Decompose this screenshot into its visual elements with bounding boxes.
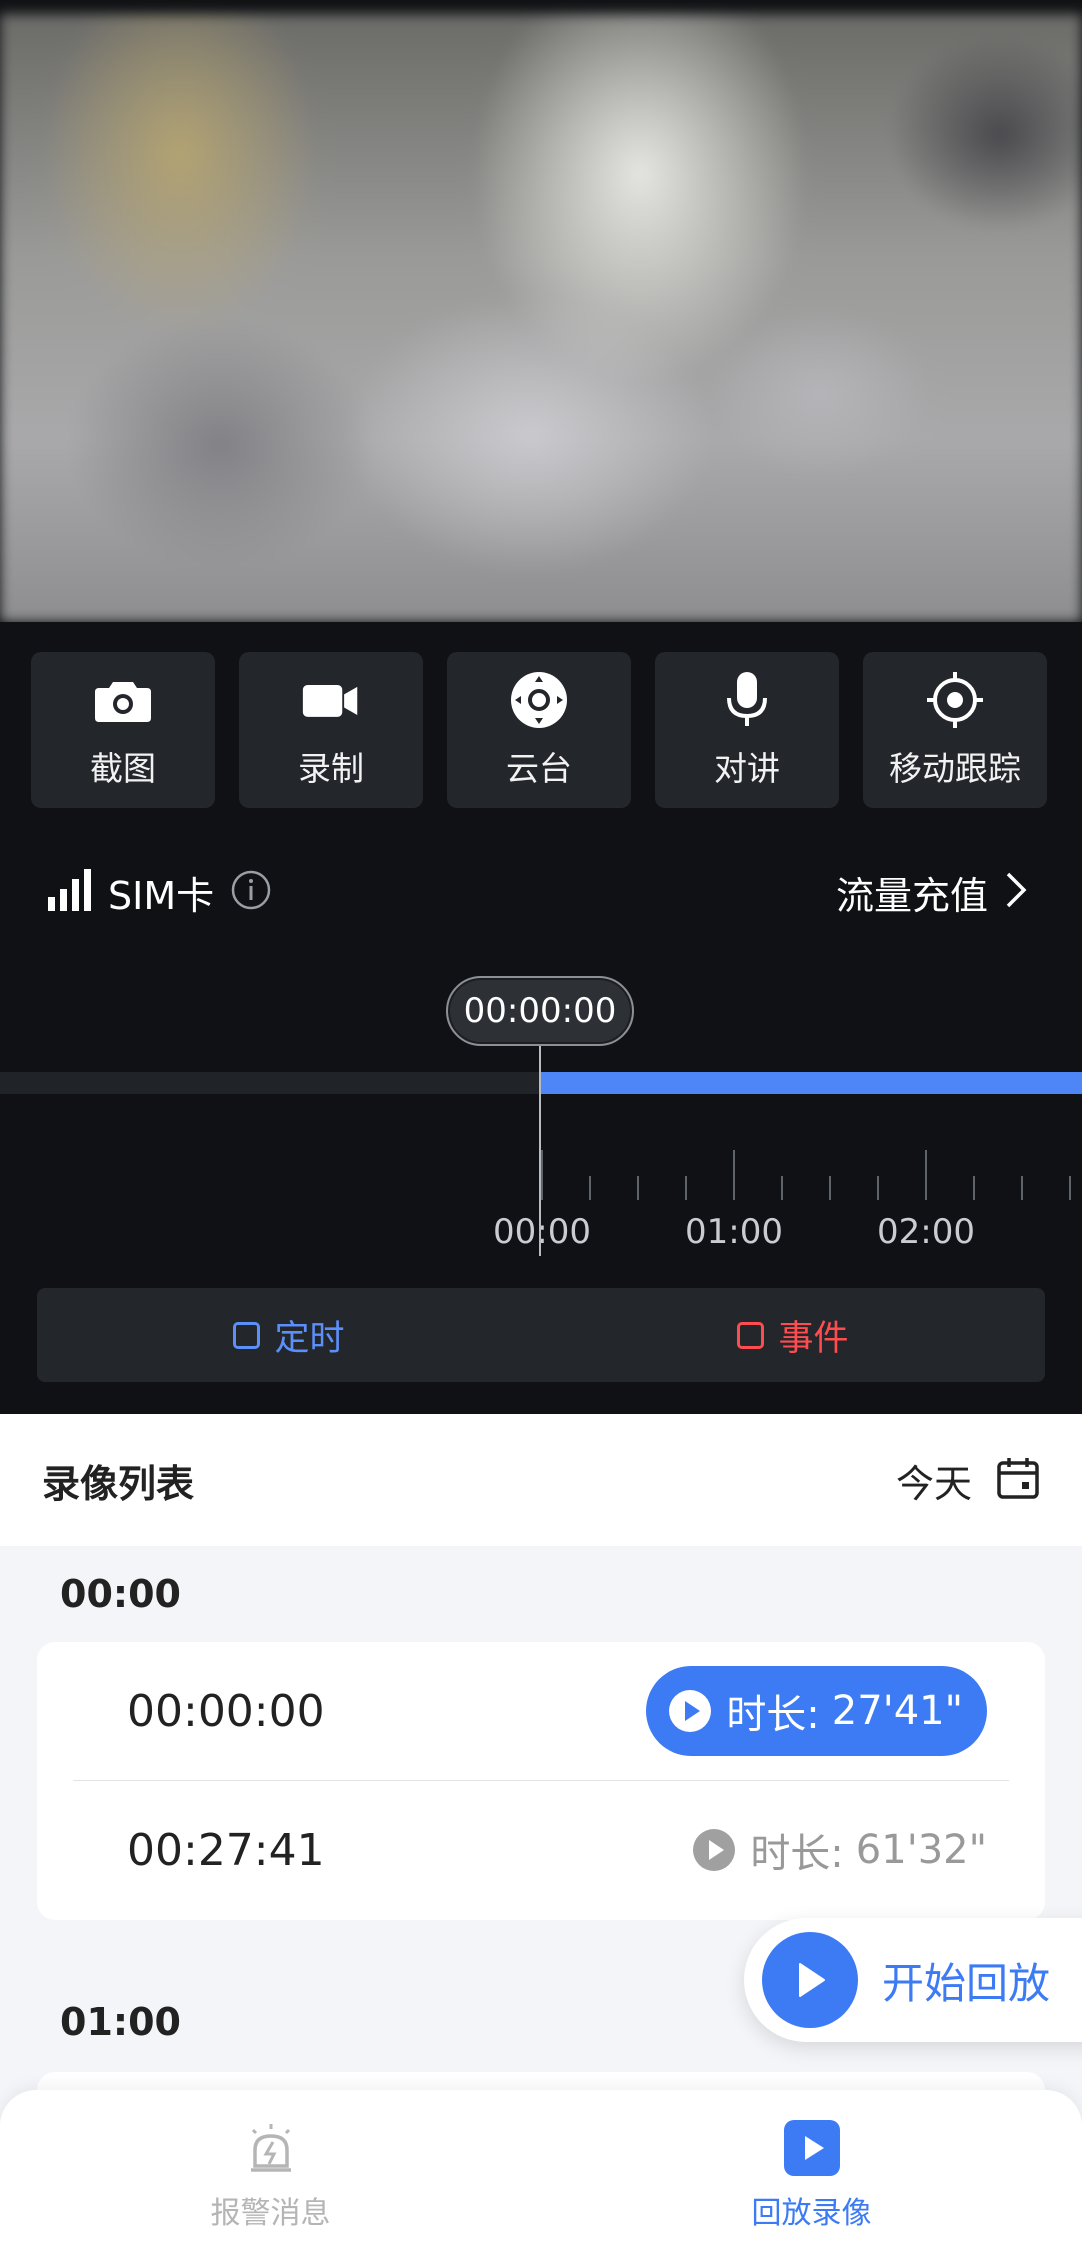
filter-timed-label: 定时 (274, 1318, 345, 1359)
play-duration-button[interactable]: 时长: 61'32" (670, 1805, 987, 1895)
tick-label: 01:00 (685, 1212, 783, 1252)
video-feed[interactable] (0, 0, 1082, 622)
filter-event[interactable]: 事件 (541, 1288, 1045, 1382)
record-label: 录制 (298, 749, 364, 788)
tick (685, 1176, 687, 1200)
nav-playback-label: 回放录像 (751, 2196, 872, 2231)
hour-group-label: 01:00 (60, 2000, 181, 2044)
playback-icon (782, 2118, 842, 2178)
tick (973, 1176, 975, 1200)
timeline-track-empty[interactable] (0, 1072, 540, 1094)
screenshot-button[interactable]: 截图 (31, 652, 215, 808)
sim-row: SIM卡 流量充值 (48, 862, 1028, 922)
start-playback-button[interactable]: 开始回放 (744, 1918, 1082, 2042)
control-toolbar: 截图 录制 云台 对讲 移动跟踪 (31, 652, 1051, 808)
record-list-header: 录像列表 今天 (0, 1414, 1082, 1546)
sim-label: SIM卡 (108, 873, 215, 918)
play-icon (762, 1932, 858, 2028)
motion-tracking-label: 移动跟踪 (889, 749, 1021, 788)
tick (925, 1150, 927, 1200)
record-button[interactable]: 录制 (239, 652, 423, 808)
record-type-filter: 定时 事件 (37, 1288, 1045, 1382)
camera-icon (93, 670, 153, 730)
screenshot-label: 截图 (90, 749, 156, 788)
play-circle-icon (693, 1829, 736, 1871)
date-label: 今天 (895, 1461, 972, 1506)
info-icon[interactable] (230, 869, 272, 915)
start-playback-label: 开始回放 (882, 1958, 1051, 2008)
tick-label: 02:00 (877, 1212, 975, 1252)
chevron-right-icon (1004, 870, 1028, 914)
tick (877, 1176, 879, 1200)
ptz-label: 云台 (506, 749, 572, 788)
alarm-icon (241, 2118, 301, 2178)
nav-alarm-messages[interactable]: 报警消息 (0, 2090, 541, 2254)
motion-tracking-button[interactable]: 移动跟踪 (863, 652, 1047, 808)
timeline-cursor[interactable] (539, 1046, 541, 1256)
checkbox-icon (233, 1321, 261, 1349)
data-recharge-link[interactable]: 流量充值 (836, 865, 1028, 920)
timeline-track-recorded[interactable] (540, 1072, 1082, 1094)
video-frame (0, 14, 1082, 622)
calendar-icon (996, 1456, 1040, 1504)
duration-label: 时长: (726, 1692, 820, 1738)
microphone-icon (717, 670, 777, 730)
sim-info[interactable]: SIM卡 (48, 865, 272, 920)
record-start-time: 00:27:41 (127, 1824, 325, 1876)
filter-event-label: 事件 (778, 1318, 849, 1359)
tick (733, 1150, 735, 1200)
filter-timed[interactable]: 定时 (37, 1288, 541, 1382)
ptz-button[interactable]: 云台 (447, 652, 631, 808)
play-duration-button[interactable]: 时长: 27'41" (646, 1666, 987, 1756)
tick (1069, 1176, 1071, 1200)
signal-icon (48, 869, 94, 915)
record-row[interactable]: 00:00:00 时长: 27'41" (37, 1642, 1045, 1780)
hour-group-label: 00:00 (60, 1572, 181, 1616)
duration-label: 时长: (750, 1831, 844, 1877)
tick (781, 1176, 783, 1200)
duration-value: 61'32" (855, 1827, 987, 1873)
bottom-nav: 报警消息 回放录像 (0, 2090, 1082, 2254)
checkbox-icon (737, 1321, 765, 1349)
nav-alarm-label: 报警消息 (210, 2196, 331, 2231)
target-icon (925, 670, 985, 730)
video-camera-icon (301, 670, 361, 730)
record-start-time: 00:00:00 (127, 1685, 325, 1737)
tick (1021, 1176, 1023, 1200)
tick (829, 1176, 831, 1200)
tick (541, 1150, 543, 1200)
record-card: 00:00:00 时长: 27'41" 00:27:41 时长: 61'32" (37, 1642, 1045, 1920)
date-picker[interactable]: 今天 (896, 1453, 1040, 1508)
record-row[interactable]: 00:27:41 时长: 61'32" (37, 1781, 1045, 1919)
recharge-label: 流量充值 (835, 873, 988, 918)
nav-playback[interactable]: 回放录像 (541, 2090, 1082, 2254)
timeline-ticks[interactable] (0, 1140, 1082, 1200)
record-list-title: 录像列表 (42, 1461, 195, 1506)
tick (589, 1176, 591, 1200)
duration-value: 27'41" (831, 1688, 963, 1734)
ptz-joystick-icon (509, 670, 569, 730)
intercom-button[interactable]: 对讲 (655, 652, 839, 808)
timeline-current-time: 00:00:00 (446, 976, 634, 1046)
play-circle-icon (669, 1690, 712, 1732)
intercom-label: 对讲 (714, 749, 780, 788)
tick (637, 1176, 639, 1200)
tick-label: 00:00 (493, 1212, 591, 1252)
